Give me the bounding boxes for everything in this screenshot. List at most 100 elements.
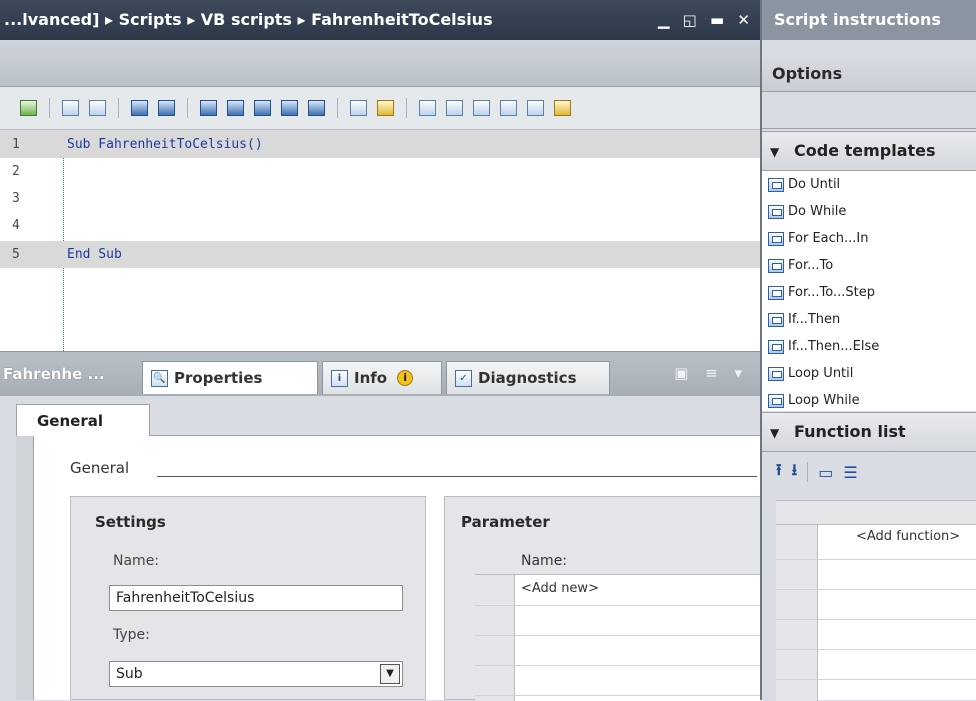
toolbar-separator — [118, 98, 119, 118]
pane-title: Script instructions — [762, 0, 976, 40]
template-label: For...To...Step — [788, 285, 875, 300]
code-line[interactable]: 1 Sub FahrenheitToCelsius() — [0, 131, 760, 158]
template-icon — [768, 366, 784, 381]
insert-tag-icon[interactable] — [350, 100, 367, 116]
code-editor[interactable]: 1 Sub FahrenheitToCelsius() 2 3 4 5 End … — [0, 131, 760, 351]
list-item[interactable]: Loop Until — [768, 360, 853, 387]
table-row — [475, 695, 761, 696]
line-number: 1 — [12, 137, 20, 152]
name-field[interactable] — [109, 585, 403, 611]
previous-bookmark-icon[interactable] — [227, 100, 244, 116]
code-text: Sub FahrenheitToCelsius() — [67, 137, 263, 152]
outdent-icon[interactable] — [89, 100, 106, 116]
table-row — [475, 605, 761, 606]
template-label: For...To — [788, 258, 834, 273]
list-tags-icon[interactable] — [554, 100, 571, 116]
options-header[interactable]: Options — [762, 56, 976, 92]
parameter-table[interactable]: Name: — [475, 547, 761, 701]
move-down-icon[interactable]: ⭳ — [792, 459, 798, 486]
tab-label: Info — [354, 369, 388, 387]
type-select[interactable]: Sub ▼ — [109, 661, 403, 687]
toolbar-separator — [406, 98, 407, 118]
table-row — [475, 665, 761, 666]
table-row — [776, 589, 976, 590]
window-title-bar: ...lvanced] ▸ Scripts ▸ VB scripts ▸ Fah… — [0, 0, 760, 40]
template-icon — [768, 393, 784, 408]
next-bookmark-icon[interactable] — [254, 100, 271, 116]
list-functions-icon[interactable] — [500, 100, 517, 116]
list-constants-icon[interactable] — [527, 100, 544, 116]
list-item[interactable]: If...Then — [768, 306, 840, 333]
add-function[interactable]: <Add function> — [856, 529, 960, 544]
diagnostics-icon: ✓ — [455, 369, 472, 387]
list-item[interactable]: Do Until — [768, 171, 840, 198]
list-item[interactable]: Do While — [768, 198, 846, 225]
table-header: Name: — [475, 547, 761, 575]
code-line[interactable]: 5 End Sub — [0, 241, 760, 268]
insert-object-icon[interactable] — [377, 100, 394, 116]
line-number: 4 — [12, 218, 20, 233]
editor-toolbar — [0, 87, 760, 130]
panel-controls[interactable]: ▣ ≡ ▾ — [674, 364, 748, 382]
code-templates-header[interactable]: ▼ Code templates — [762, 131, 976, 171]
table-row — [475, 635, 761, 636]
template-icon — [768, 177, 784, 192]
list-item[interactable]: For...To...Step — [768, 279, 875, 306]
list-properties-icon[interactable] — [446, 100, 463, 116]
code-templates-list: Do Until Do While For Each...In For...To… — [762, 171, 976, 411]
template-label: Loop Until — [788, 366, 854, 381]
code-line[interactable]: 4 — [0, 212, 760, 239]
code-line[interactable]: 2 — [0, 158, 760, 185]
add-new-parameter[interactable]: <Add new> — [521, 581, 599, 596]
move-up-icon[interactable]: ⭱ — [776, 459, 782, 486]
list-item[interactable]: Loop While — [768, 387, 860, 414]
tab-info[interactable]: i Info i — [322, 361, 442, 394]
window-controls[interactable]: ▁ ◱ ▬ ✕ — [658, 0, 754, 40]
comment-icon[interactable] — [131, 100, 148, 116]
check-syntax-icon[interactable] — [20, 100, 37, 116]
info-list-icon: i — [331, 369, 348, 387]
chevron-down-icon[interactable]: ▼ — [380, 664, 400, 684]
function-table[interactable]: <Add function> — [776, 500, 976, 701]
table-row — [776, 619, 976, 620]
toolbar-separator — [49, 98, 50, 118]
list-objects-icon[interactable] — [419, 100, 436, 116]
list-item[interactable]: If...Then...Else — [768, 333, 879, 360]
template-label: If...Then — [788, 312, 841, 327]
template-label: If...Then...Else — [788, 339, 880, 354]
code-text: End Sub — [67, 247, 122, 262]
bookmark-icon[interactable] — [200, 100, 217, 116]
toolbar-separator — [337, 98, 338, 118]
uncomment-icon[interactable] — [158, 100, 175, 116]
tab-properties[interactable]: 🔍 Properties — [142, 361, 318, 394]
template-icon — [768, 258, 784, 273]
list-item[interactable]: For...To — [768, 252, 833, 279]
list-methods-icon[interactable] — [473, 100, 490, 116]
template-label: Loop While — [788, 393, 860, 408]
collapse-all-icon[interactable]: ▭ — [818, 463, 833, 482]
tab-label: Diagnostics — [478, 369, 577, 387]
tab-general[interactable]: General — [16, 404, 150, 436]
template-icon — [768, 285, 784, 300]
function-list-header[interactable]: ▼ Function list — [762, 412, 976, 452]
goto-bookmark-icon[interactable] — [308, 100, 325, 116]
line-number: 2 — [12, 164, 20, 179]
tab-label: Properties — [174, 369, 263, 387]
options-body — [762, 93, 976, 129]
chevron-down-icon: ▼ — [770, 426, 780, 440]
settings-title: Settings — [95, 513, 166, 531]
table-row — [776, 559, 976, 560]
parameter-title: Parameter — [461, 513, 550, 531]
table-row — [776, 679, 976, 680]
line-number: 5 — [12, 247, 20, 262]
expand-all-icon[interactable]: ☰ — [843, 463, 857, 482]
template-label: For Each...In — [788, 231, 869, 246]
table-header — [776, 501, 976, 525]
indent-icon[interactable] — [62, 100, 79, 116]
list-item[interactable]: For Each...In — [768, 225, 868, 252]
delete-bookmarks-icon[interactable] — [281, 100, 298, 116]
inspector-title: Fahrenhe ... — [3, 365, 105, 383]
code-line[interactable]: 3 — [0, 185, 760, 212]
section-title: Code templates — [794, 141, 936, 160]
tab-diagnostics[interactable]: ✓ Diagnostics — [446, 361, 610, 394]
